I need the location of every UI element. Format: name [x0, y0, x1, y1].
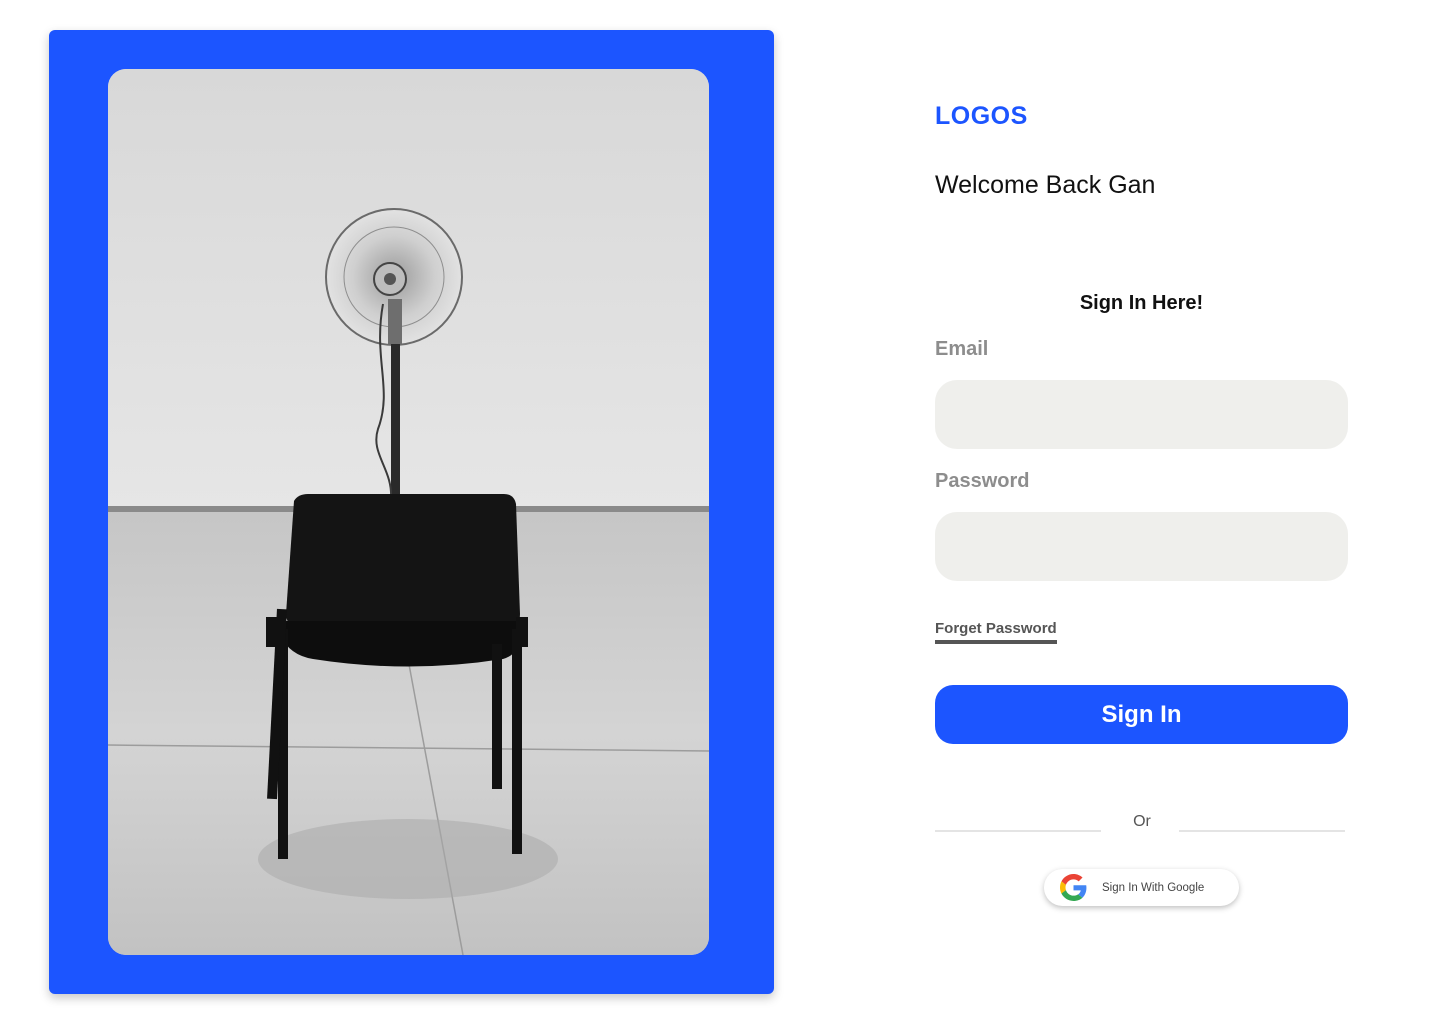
- brand-logo: LOGOS: [935, 102, 1028, 130]
- login-page: LOGOS Welcome Back Gan Sign In Here! Ema…: [0, 0, 1440, 1024]
- divider-line-right: [1179, 830, 1345, 832]
- login-form: LOGOS Welcome Back Gan Sign In Here! Ema…: [935, 0, 1348, 1024]
- form-heading: Sign In Here!: [1079, 292, 1204, 314]
- forgot-password-link[interactable]: Forget Password: [935, 620, 1057, 644]
- chair-with-fan-photo: [108, 69, 709, 955]
- sign-in-button[interactable]: Sign In: [935, 685, 1348, 744]
- google-g-icon: [1060, 874, 1087, 901]
- email-input[interactable]: [935, 380, 1348, 449]
- email-label: Email: [935, 338, 989, 360]
- google-sign-in-label: Sign In With Google: [1102, 881, 1205, 894]
- welcome-message: Welcome Back Gan: [935, 171, 1156, 199]
- password-input[interactable]: [935, 512, 1348, 581]
- google-sign-in-button[interactable]: Sign In With Google: [1044, 869, 1239, 906]
- divider-or-text: Or: [1133, 813, 1151, 830]
- password-label: Password: [935, 470, 1030, 492]
- hero-panel: [49, 30, 774, 994]
- divider-line-left: [935, 830, 1101, 832]
